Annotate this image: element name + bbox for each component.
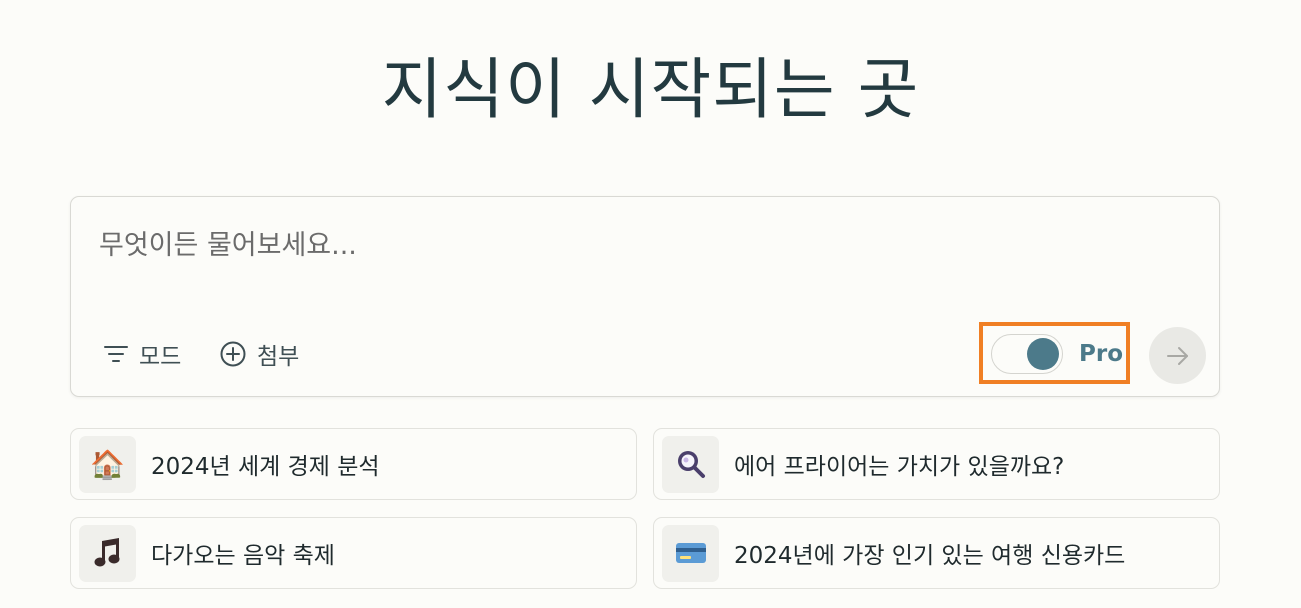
plus-circle-icon	[220, 341, 246, 367]
house-icon: 🏠	[79, 435, 136, 493]
attach-label: 첨부	[257, 344, 300, 370]
page-title: 지식이 시작되는 곳	[381, 51, 920, 128]
ask-box: 모드 첨부 Pro	[70, 196, 1220, 397]
pro-toggle-track[interactable]	[991, 334, 1063, 374]
submit-button[interactable]	[1149, 327, 1206, 384]
magnifier-icon	[662, 435, 719, 493]
suggestion-card-music-festival[interactable]: 다가오는 음악 축제	[70, 517, 637, 589]
suggestion-text: 2024년에 가장 인기 있는 여행 신용카드	[734, 543, 1126, 569]
suggestion-text: 2024년 세계 경제 분석	[151, 454, 380, 480]
suggestion-card-travel-card[interactable]: 2024년에 가장 인기 있는 여행 신용카드	[653, 517, 1220, 589]
pro-toggle[interactable]: Pro	[991, 333, 1123, 375]
pro-label: Pro	[1079, 341, 1124, 367]
attach-button[interactable]: 첨부	[219, 335, 299, 373]
suggestion-text: 에어 프라이어는 가치가 있을까요?	[734, 454, 1065, 480]
page: 지식이 시작되는 곳 모드 첨부 Pro	[0, 0, 1301, 608]
suggestion-card-economy[interactable]: 🏠 2024년 세계 경제 분석	[70, 428, 637, 500]
mode-label: 모드	[139, 344, 182, 370]
arrow-right-icon	[1166, 346, 1188, 365]
music-note-icon	[79, 524, 136, 582]
mode-button[interactable]: 모드	[103, 335, 181, 373]
filter-icon	[104, 346, 128, 362]
search-input[interactable]	[99, 223, 1179, 267]
suggestion-text: 다가오는 음악 축제	[151, 543, 335, 569]
suggestion-card-air-fryer[interactable]: 에어 프라이어는 가치가 있을까요?	[653, 428, 1220, 500]
credit-card-icon	[662, 524, 719, 582]
pro-toggle-knob	[1027, 338, 1059, 370]
